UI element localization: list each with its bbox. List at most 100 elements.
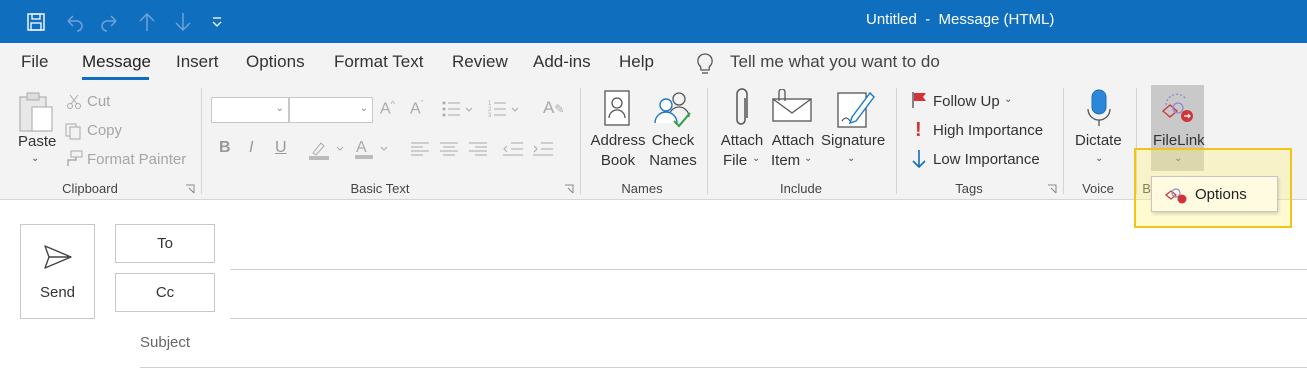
attach-item-chevron-down-icon[interactable]: ⌄ [804, 153, 812, 164]
high-importance-button[interactable]: High Importance [933, 122, 1043, 139]
group-separator [707, 88, 708, 194]
send-button[interactable]: Send [20, 224, 95, 319]
format-painter-icon [67, 150, 83, 166]
group-separator [580, 88, 581, 194]
attach-file-chevron-down-icon[interactable]: ⌄ [752, 153, 760, 164]
clipboard-group-label: Clipboard [62, 181, 118, 196]
cc-button[interactable]: Cc [115, 273, 215, 312]
tab-format-text[interactable]: Format Text [334, 52, 423, 72]
names-group-label: Names [621, 181, 663, 196]
filelink-button[interactable]: FileLink [1153, 132, 1205, 149]
tell-me-search[interactable]: Tell me what you want to do [730, 52, 940, 72]
cut-button[interactable]: Cut [87, 93, 110, 110]
chevron-down-icon: ⌄ [275, 103, 284, 114]
low-importance-icon [912, 150, 926, 169]
address-book-label-1[interactable]: Address [590, 132, 646, 149]
grow-font-icon[interactable]: A^ [380, 99, 395, 118]
attach-item-label-2[interactable]: Item [771, 152, 800, 169]
low-importance-button[interactable]: Low Importance [933, 151, 1040, 168]
lightbulb-icon [697, 53, 713, 74]
shrink-font-icon[interactable]: Aˇ [410, 99, 424, 118]
attach-file-label-2[interactable]: File [723, 152, 747, 169]
underline-button[interactable]: U [275, 139, 287, 157]
highlight-color-icon[interactable] [309, 139, 347, 161]
paste-label[interactable]: Paste [18, 133, 56, 150]
check-names-icon[interactable] [652, 89, 692, 129]
customize-qat-icon[interactable] [204, 0, 230, 43]
send-icon [44, 245, 72, 269]
tab-message[interactable]: Message [82, 52, 151, 72]
ribbon-tabs: File Message Insert Options Format Text … [0, 43, 1307, 83]
tab-add-ins[interactable]: Add-ins [533, 52, 591, 72]
copy-button[interactable]: Copy [87, 122, 122, 139]
dictate-button[interactable]: Dictate [1075, 132, 1122, 149]
window-title: Untitled - Message (HTML) [866, 11, 1055, 28]
dictate-chevron-down-icon[interactable]: ⌄ [1095, 153, 1103, 164]
align-icons[interactable] [411, 141, 491, 157]
paste-chevron-down-icon[interactable]: ⌄ [31, 153, 39, 164]
cc-field-line[interactable] [230, 318, 1307, 319]
bold-button[interactable]: B [219, 139, 231, 157]
up-arrow-icon[interactable] [132, 0, 162, 43]
address-book-icon[interactable] [603, 90, 633, 128]
tab-options[interactable]: Options [246, 52, 305, 72]
title-bar: Untitled - Message (HTML) [0, 0, 1307, 43]
address-book-label-2[interactable]: Book [590, 152, 646, 169]
follow-up-chevron-down-icon[interactable]: ⌄ [1004, 94, 1012, 105]
filelink-icon[interactable] [1160, 91, 1196, 125]
microphone-icon[interactable] [1086, 89, 1112, 129]
save-icon[interactable] [20, 0, 52, 43]
down-arrow-icon[interactable] [168, 0, 198, 43]
tags-group-label: Tags [955, 181, 983, 196]
undo-icon[interactable] [58, 0, 90, 43]
redo-icon[interactable] [94, 0, 126, 43]
tab-file[interactable]: File [21, 52, 48, 72]
clipboard-launcher-icon[interactable] [185, 184, 195, 194]
italic-button[interactable]: I [249, 139, 253, 157]
high-importance-icon: ! [915, 119, 922, 141]
font-name-combo[interactable]: ⌄ [211, 97, 289, 123]
check-names-label-1[interactable]: Check [646, 132, 700, 149]
font-color-icon[interactable]: A [355, 137, 393, 161]
copy-icon [65, 123, 81, 140]
send-label: Send [39, 284, 76, 301]
subject-label: Subject [140, 334, 191, 351]
filelink-dropdown-menu[interactable]: Options [1151, 176, 1278, 212]
options-menu-item[interactable]: Options [1195, 186, 1247, 203]
signature-label[interactable]: Signature [821, 132, 885, 149]
attach-item-icon[interactable] [771, 89, 813, 123]
basic-text-group-label: Basic Text [350, 181, 410, 196]
to-button[interactable]: To [115, 224, 215, 263]
attach-file-label-1[interactable]: Attach [717, 132, 767, 149]
numbering-icon[interactable]: 123 [488, 100, 524, 118]
tab-insert[interactable]: Insert [176, 52, 219, 72]
tab-help[interactable]: Help [619, 52, 654, 72]
signature-icon[interactable] [836, 89, 876, 129]
voice-group-label: Voice [1082, 181, 1114, 196]
paste-icon[interactable] [17, 91, 55, 135]
clear-formatting-icon[interactable]: A✎ [543, 98, 564, 118]
svg-text:A: A [356, 139, 367, 156]
svg-text:3: 3 [488, 113, 492, 118]
to-field-line[interactable] [230, 269, 1307, 270]
font-size-combo[interactable]: ⌄ [289, 97, 373, 123]
attach-item-label-1[interactable]: Attach [768, 132, 818, 149]
bullets-icon[interactable] [442, 100, 478, 118]
group-separator [1063, 88, 1064, 194]
check-names-label-2[interactable]: Names [646, 152, 700, 169]
include-group-label: Include [780, 181, 822, 196]
scissors-icon [67, 94, 81, 109]
follow-up-button[interactable]: Follow Up [933, 93, 1000, 110]
group-separator [896, 88, 897, 194]
flag-icon [912, 92, 926, 108]
filelink-options-icon [1165, 188, 1187, 204]
tab-review[interactable]: Review [452, 52, 508, 72]
signature-chevron-down-icon[interactable]: ⌄ [847, 153, 855, 164]
group-separator [201, 88, 202, 194]
active-tab-indicator [82, 77, 149, 80]
basic-text-launcher-icon[interactable] [564, 184, 574, 194]
subject-field-line[interactable] [140, 367, 1307, 368]
format-painter-button[interactable]: Format Painter [87, 151, 186, 168]
paperclip-icon[interactable] [733, 88, 751, 130]
indent-icons[interactable] [503, 141, 555, 157]
